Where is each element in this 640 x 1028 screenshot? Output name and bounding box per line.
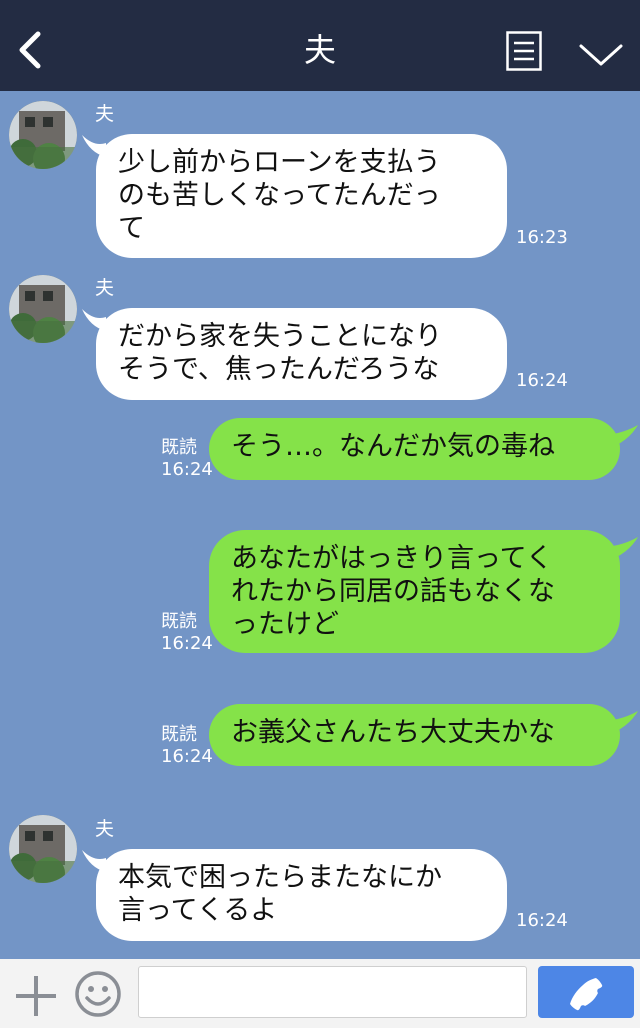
call-button[interactable] (538, 966, 634, 1018)
message-bubble-outgoing[interactable]: そう…。なんだか気の毒ね (209, 418, 620, 480)
sender-name: 夫 (95, 818, 115, 840)
chat-title: 夫 (303, 31, 336, 69)
read-receipt: 既読 (161, 724, 197, 745)
message-time: 16:24 (161, 746, 213, 767)
read-receipt: 既読 (161, 437, 197, 458)
message-bubble-outgoing[interactable]: あなたがはっきり言ってく れたから同居の話もなくな ったけど (209, 530, 620, 653)
chevron-down-icon[interactable] (578, 40, 624, 70)
sender-name: 夫 (95, 103, 115, 125)
message-bubble-incoming[interactable]: 少し前からローンを支払う のも苦しくなってたんだっ て (96, 134, 507, 258)
avatar[interactable] (9, 815, 77, 883)
avatar[interactable] (9, 101, 77, 169)
chat-area[interactable]: 夫 少し前からローンを支払う のも苦しくなってたんだっ て 16:23 夫 だか… (0, 91, 640, 959)
avatar-image (9, 101, 77, 169)
plus-icon[interactable] (14, 974, 58, 1018)
sender-name: 夫 (95, 277, 115, 299)
menu-lines-icon[interactable] (506, 31, 542, 71)
message-bubble-outgoing[interactable]: お義父さんたち大丈夫かな (209, 704, 620, 766)
message-time: 16:23 (516, 227, 568, 248)
avatar[interactable] (9, 275, 77, 343)
message-time: 16:24 (516, 370, 568, 391)
message-time: 16:24 (161, 633, 213, 654)
phone-icon (570, 978, 603, 1011)
read-receipt: 既読 (161, 611, 197, 632)
avatar-image (9, 815, 77, 883)
message-time: 16:24 (161, 459, 213, 480)
smiley-icon[interactable] (74, 970, 122, 1018)
message-bubble-incoming[interactable]: だから家を失うことになり そうで、焦ったんだろうな (96, 308, 507, 400)
avatar-image (9, 275, 77, 343)
chat-header: 夫 (0, 0, 640, 91)
message-time: 16:24 (516, 910, 568, 931)
message-bubble-incoming[interactable]: 本気で困ったらまたなにか 言ってくるよ (96, 849, 507, 941)
message-input[interactable] (138, 966, 527, 1018)
